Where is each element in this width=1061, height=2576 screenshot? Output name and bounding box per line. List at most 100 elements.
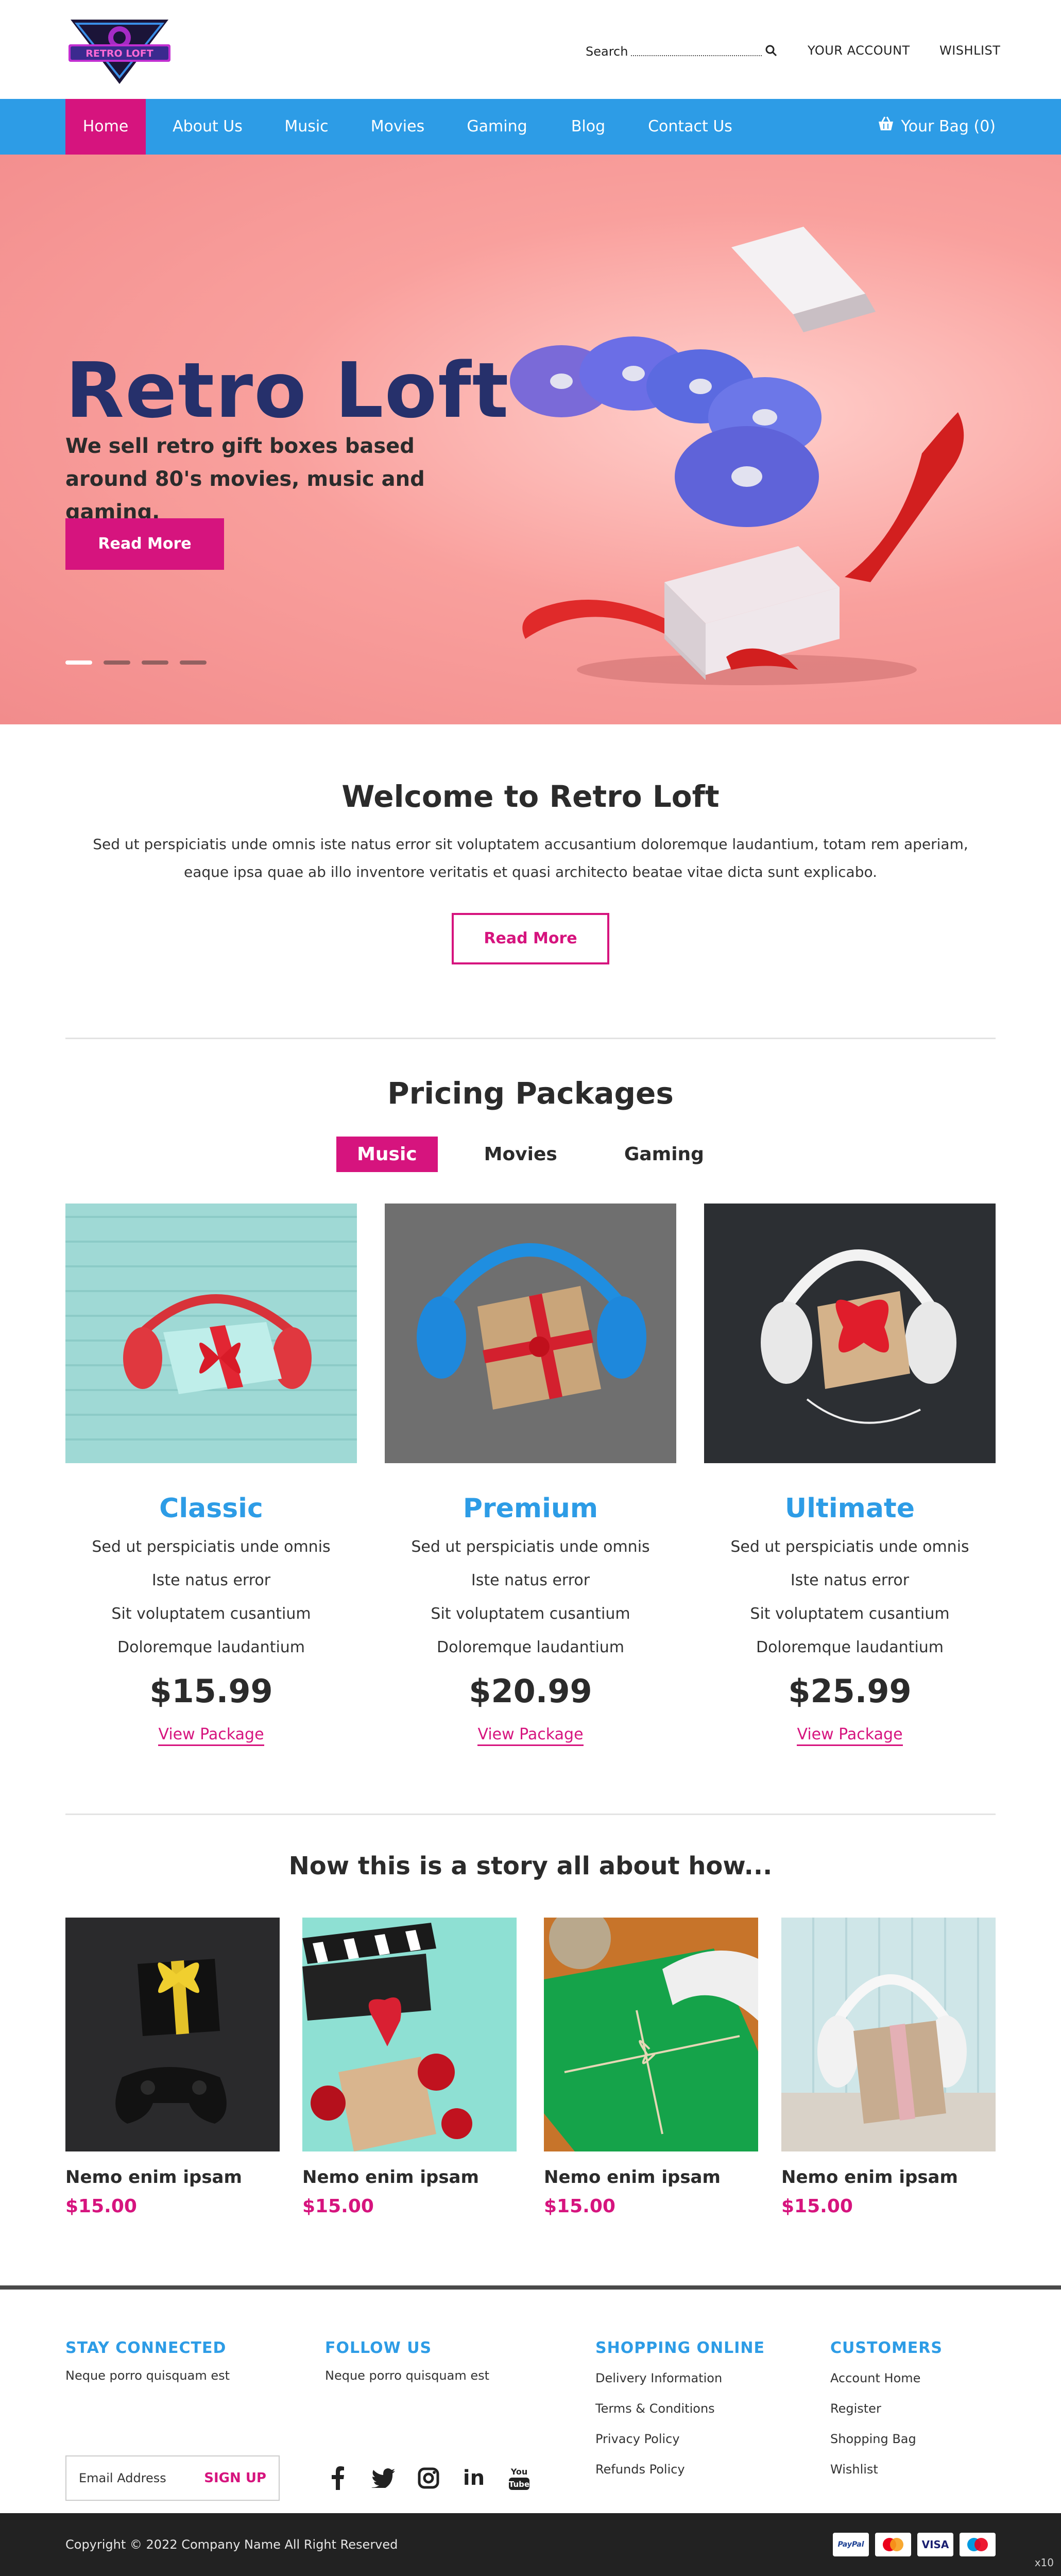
basket-icon [877,99,895,155]
svg-text:RETRO LOFT: RETRO LOFT [85,48,153,59]
email-signup-form: Email Address SIGN UP [65,2455,280,2501]
footer-text: Neque porro quisquam est [325,2368,490,2383]
hero-read-more-button[interactable]: Read More [65,518,224,570]
package-feature: Doloremque laudantium [117,1638,305,1656]
footer-link[interactable]: Terms & Conditions [595,2394,791,2424]
footer-heading: STAY CONNECTED [65,2339,227,2357]
slider-dot-3[interactable] [142,660,168,665]
site-header: RETRO LOFT Search YOUR ACCOUNT WISHLIST [0,0,1061,99]
search-icon[interactable] [765,44,777,59]
product-image[interactable] [781,1918,996,2151]
view-package-link[interactable]: View Package [797,1725,903,1746]
footer-link[interactable]: Privacy Policy [595,2424,791,2454]
product-price: $15.00 [302,2196,374,2217]
payment-methods: PayPal VISA [833,2533,996,2556]
your-account-link[interactable]: YOUR ACCOUNT [808,43,910,58]
package-price: $15.99 [149,1672,273,1710]
footer-link[interactable]: Refunds Policy [595,2454,791,2485]
tab-movies[interactable]: Movies [464,1137,578,1172]
your-bag-link[interactable]: Your Bag (0) [877,99,996,155]
package-feature: Doloremque laudantium [756,1638,944,1656]
search-bar[interactable]: Search [586,42,777,61]
slider-dot-4[interactable] [180,660,207,665]
product-card[interactable]: Nemo enim ipsam $15.00 [302,1918,517,2217]
youtube-icon[interactable]: You Tube [506,2465,532,2491]
package-image [385,1204,676,1463]
hero-slider: Retro Loft We sell retro gift boxes base… [0,155,1061,724]
facebook-icon[interactable] [325,2465,351,2491]
nav-music[interactable]: Music [273,99,340,155]
footer-link[interactable]: Shopping Bag [830,2424,995,2454]
product-card[interactable]: Nemo enim ipsam $15.00 [544,1918,758,2217]
product-card[interactable]: Nemo enim ipsam $15.00 [65,1918,280,2217]
sign-up-button[interactable]: SIGN UP [204,2470,266,2486]
product-price: $15.00 [544,2196,615,2217]
welcome-text: Sed ut perspiciatis unde omnis iste natu… [93,836,968,880]
footer-bottom-bar: Copyright © 2022 Company Name All Right … [0,2513,1061,2576]
package-card-classic: Classic Sed ut perspiciatis unde omnis I… [65,1204,357,1760]
copyright-text: Copyright © 2022 Company Name All Right … [65,2537,398,2552]
email-field[interactable]: Email Address [79,2471,166,2485]
nav-blog[interactable]: Blog [561,99,615,155]
product-image[interactable] [65,1918,280,2151]
twitter-icon[interactable] [370,2465,396,2491]
package-price: $25.99 [788,1672,912,1710]
corner-label: x10 [1034,2556,1054,2569]
footer-heading: CUSTOMERS [830,2339,943,2357]
product-name[interactable]: Nemo enim ipsam [65,2167,280,2188]
footer-link[interactable]: Register [830,2394,995,2424]
package-image [704,1204,996,1463]
nav-home[interactable]: Home [65,99,146,155]
footer-link[interactable]: Wishlist [830,2454,995,2485]
package-feature: Doloremque laudantium [436,1638,625,1656]
nav-gaming[interactable]: Gaming [455,99,539,155]
tab-gaming[interactable]: Gaming [604,1137,725,1172]
divider [65,1038,996,1039]
search-label: Search [586,44,628,59]
slider-dot-2[interactable] [104,660,130,665]
package-feature: Sit voluptatem cusantium [750,1605,950,1623]
footer-stay-connected: STAY CONNECTED Neque porro quisquam est … [65,2339,287,2501]
view-package-link[interactable]: View Package [477,1725,584,1746]
footer-link[interactable]: Account Home [830,2363,995,2394]
hero-subtitle: We sell retro gift boxes based around 80… [65,434,425,524]
nav-contact-us[interactable]: Contact Us [639,99,742,155]
slider-dot-1[interactable] [65,660,92,665]
social-icons: in You Tube [325,2455,532,2501]
pricing-title: Pricing Packages [387,1076,674,1111]
visa-icon: VISA [917,2533,953,2556]
nav-movies[interactable]: Movies [361,99,435,155]
search-input[interactable] [631,47,762,56]
wishlist-link[interactable]: WISHLIST [939,43,1000,58]
welcome-read-more-button[interactable]: Read More [452,913,609,964]
package-card-ultimate: Ultimate Sed ut perspiciatis unde omnis … [704,1204,996,1760]
footer-link[interactable]: Delivery Information [595,2363,791,2394]
retro-loft-logo[interactable]: RETRO LOFT [65,14,174,87]
package-feature: Sit voluptatem cusantium [111,1605,311,1623]
package-feature: Iste natus error [790,1571,910,1589]
package-feature: Sit voluptatem cusantium [431,1605,630,1623]
product-name[interactable]: Nemo enim ipsam [781,2167,996,2188]
instagram-icon[interactable] [416,2465,441,2491]
slider-dots [65,660,207,665]
product-card[interactable]: Nemo enim ipsam $15.00 [781,1918,996,2217]
view-package-link[interactable]: View Package [158,1725,264,1746]
product-name[interactable]: Nemo enim ipsam [302,2167,517,2188]
package-feature: Iste natus error [151,1571,271,1589]
tab-music[interactable]: Music [336,1137,438,1172]
nav-about-us[interactable]: About Us [164,99,251,155]
pricing-tabs: Music Movies Gaming [0,1137,1061,1172]
product-image[interactable] [302,1918,517,2151]
site-footer: STAY CONNECTED Neque porro quisquam est … [0,2285,1061,2513]
package-card-premium: Premium Sed ut perspiciatis unde omnis I… [385,1204,676,1760]
package-name: Classic [159,1493,263,1524]
product-name[interactable]: Nemo enim ipsam [544,2167,758,2188]
linkedin-icon[interactable]: in [461,2465,487,2491]
package-name: Ultimate [784,1493,915,1524]
product-image[interactable] [544,1918,758,2151]
paypal-icon: PayPal [833,2533,869,2556]
footer-customers: CUSTOMERS Account Home Register Shopping… [830,2339,995,2485]
footer-shopping-online: SHOPPING ONLINE Delivery Information Ter… [595,2339,791,2485]
package-feature: Sed ut perspiciatis unde omnis [92,1538,331,1556]
bag-label: Your Bag (0) [901,117,996,135]
